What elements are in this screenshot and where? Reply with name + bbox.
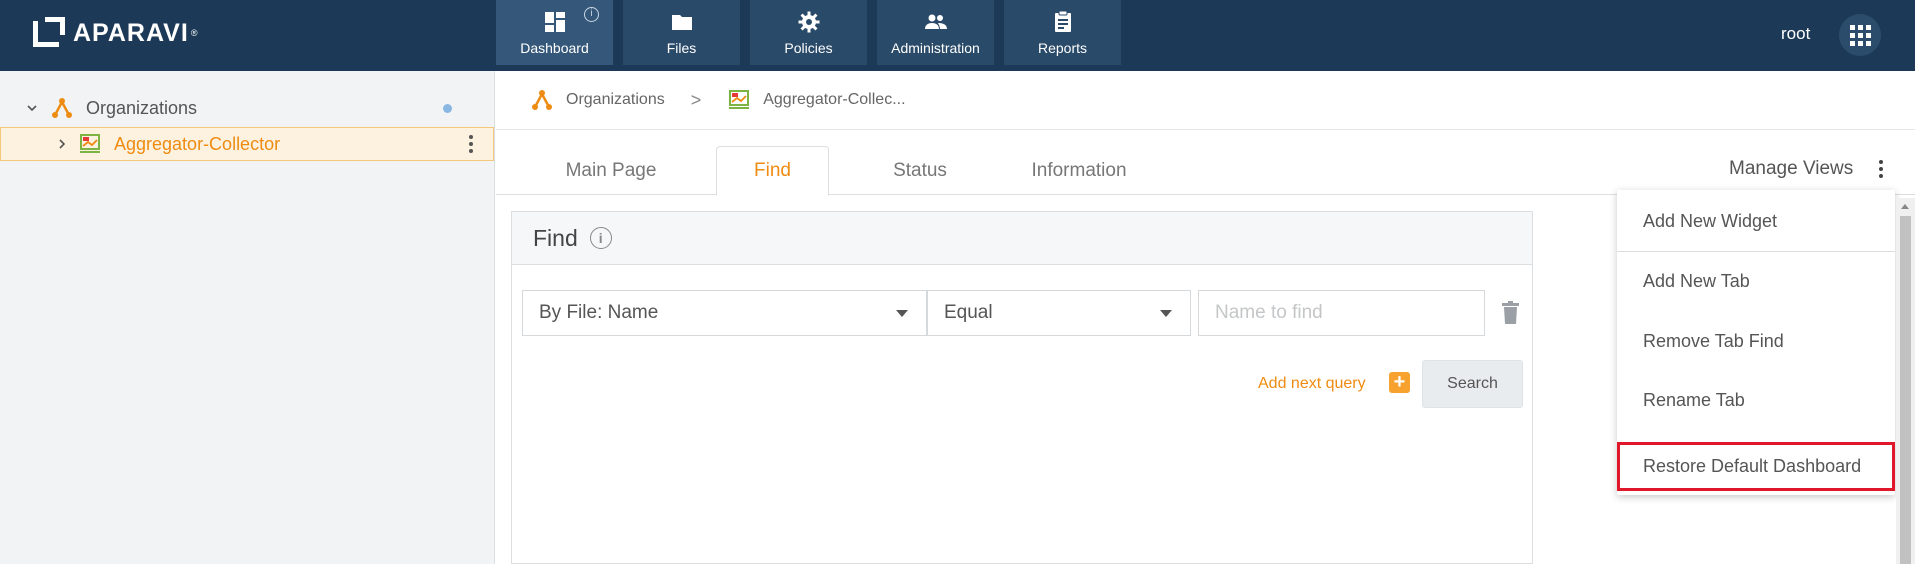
nav-administration-label: Administration xyxy=(891,40,980,56)
menu-item-add-new-widget[interactable]: Add New Widget xyxy=(1617,196,1895,246)
aparavi-logo[interactable]: APARAVI ® xyxy=(33,15,197,51)
add-next-query-link[interactable]: Add next query xyxy=(1258,375,1366,393)
tree-item-organizations[interactable]: Organizations xyxy=(0,91,494,125)
caret-down-icon xyxy=(896,310,908,317)
manage-views-kebab-icon[interactable] xyxy=(1879,160,1883,178)
tree-item-aggregator-collector[interactable]: Aggregator-Collector xyxy=(0,127,494,161)
nav-dashboard[interactable]: i Dashboard xyxy=(496,0,613,65)
nav-reports[interactable]: Reports xyxy=(1004,0,1121,65)
manage-views-button[interactable]: Manage Views xyxy=(1729,158,1853,180)
nav-reports-label: Reports xyxy=(1037,40,1088,56)
nav-files[interactable]: Files xyxy=(623,0,740,65)
widget-title: Find xyxy=(533,224,578,251)
top-bar: APARAVI ® i Dashboard Files Policies Adm… xyxy=(0,0,1915,71)
tree-item-label: Aggregator-Collector xyxy=(114,133,281,154)
tab-main-page[interactable]: Main Page xyxy=(536,146,686,196)
tree-item-label: Organizations xyxy=(86,97,198,118)
menu-item-add-new-tab[interactable]: Add New Tab xyxy=(1617,256,1895,306)
tab-find[interactable]: Find xyxy=(716,146,829,196)
nav-policies[interactable]: Policies xyxy=(750,0,867,65)
users-icon xyxy=(924,14,947,29)
breadcrumb-separator: > xyxy=(690,89,702,110)
breadcrumb: Organizations > Aggregator-Collec... xyxy=(496,71,1915,130)
trash-icon[interactable] xyxy=(1502,301,1519,324)
scroll-up-icon[interactable] xyxy=(1901,204,1909,209)
breadcrumb-organizations[interactable]: Organizations xyxy=(566,91,665,109)
field-select[interactable]: By File: Name xyxy=(522,290,927,336)
find-widget: Find i By File: Name Equal Add next quer… xyxy=(511,211,1533,564)
gear-icon xyxy=(798,11,819,33)
apps-grid-icon xyxy=(1849,24,1871,46)
breadcrumb-aggregator-collector[interactable]: Aggregator-Collec... xyxy=(763,91,905,109)
chevron-down-icon[interactable] xyxy=(26,102,38,114)
aggregator-collector-icon xyxy=(80,134,100,153)
search-button[interactable]: Search xyxy=(1422,360,1523,408)
operator-select[interactable]: Equal xyxy=(927,290,1191,336)
dashboard-icon xyxy=(544,12,565,32)
logo-registered-mark: ® xyxy=(190,28,198,38)
name-to-find-input[interactable] xyxy=(1198,290,1485,336)
organization-icon xyxy=(532,90,552,110)
status-dot xyxy=(443,104,452,113)
apps-menu-button[interactable] xyxy=(1839,14,1881,56)
clipboard-icon xyxy=(1054,10,1071,32)
widget-header: Find i xyxy=(512,212,1532,265)
aggregator-collector-icon xyxy=(729,90,750,109)
nav-administration[interactable]: Administration xyxy=(877,0,994,65)
page-scrollbar[interactable] xyxy=(1896,198,1915,564)
tabs-bar: Main Page Find Status Information Manage… xyxy=(496,130,1915,196)
main-nav: i Dashboard Files Policies Administratio… xyxy=(496,0,1121,65)
kebab-menu-icon[interactable] xyxy=(468,135,474,153)
organization-icon xyxy=(52,98,72,118)
info-icon[interactable]: i xyxy=(584,7,599,22)
folder-icon xyxy=(671,15,692,30)
caret-down-icon xyxy=(1160,310,1172,317)
tab-status[interactable]: Status xyxy=(856,146,984,196)
scroll-thumb[interactable] xyxy=(1900,216,1911,564)
tab-information[interactable]: Information xyxy=(1004,146,1154,196)
manage-views-menu: Add New Widget Add New Tab Remove Tab Fi… xyxy=(1617,190,1895,495)
nav-files-label: Files xyxy=(666,40,697,56)
plus-icon[interactable]: + xyxy=(1389,372,1410,393)
menu-item-remove-tab-find[interactable]: Remove Tab Find xyxy=(1617,316,1895,366)
nav-dashboard-label: Dashboard xyxy=(520,40,589,56)
user-name[interactable]: root xyxy=(1781,24,1810,44)
info-icon[interactable]: i xyxy=(589,227,612,249)
logo-text: APARAVI xyxy=(73,18,189,47)
logo-mark-icon xyxy=(33,17,65,49)
nav-policies-label: Policies xyxy=(784,40,833,56)
field-select-value: By File: Name xyxy=(539,302,659,323)
menu-item-rename-tab[interactable]: Rename Tab xyxy=(1617,375,1895,425)
sidebar: Organizations Aggregator-Collector xyxy=(0,71,495,564)
chevron-right-icon[interactable] xyxy=(56,138,68,150)
menu-divider xyxy=(1617,251,1895,252)
menu-item-restore-default-dashboard[interactable]: Restore Default Dashboard xyxy=(1617,442,1895,491)
operator-select-value: Equal xyxy=(944,302,993,323)
